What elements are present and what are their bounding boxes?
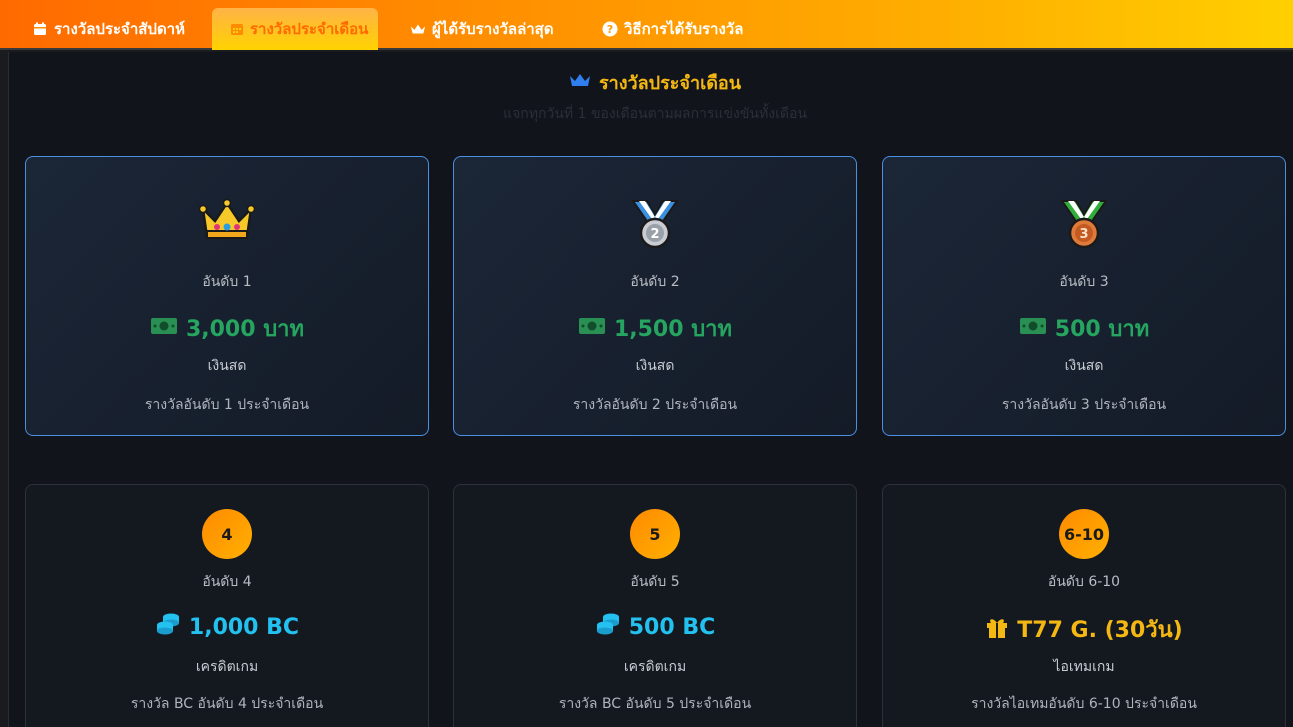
svg-text:3: 3 — [1079, 227, 1088, 242]
prize-card-rank-2: 2 อันดับ 2 1,500 บาท เงินสด รางวัลอันดับ… — [453, 156, 857, 436]
question-icon: ? — [602, 21, 618, 37]
prize-type: เงินสด — [1064, 358, 1104, 374]
tab-weekly-rewards[interactable]: รางวัลประจำสัปดาห์ — [14, 8, 203, 50]
tab-how-to-win[interactable]: ? วิธีการได้รับรางวัล — [584, 8, 761, 50]
svg-text:2: 2 — [650, 227, 659, 242]
tab-bar: รางวัลประจำสัปดาห์ รางวัลประจำเดือน ผู้ไ… — [0, 0, 1293, 50]
svg-text:?: ? — [607, 23, 613, 36]
calendar-icon — [32, 21, 48, 37]
tab-label: ผู้ได้รับรางวัลล่าสุด — [432, 20, 554, 38]
section-subtitle: แจกทุกวันที่ 1 ของเดือนตามผลการแข่งขันทั… — [503, 106, 807, 122]
silver-medal-icon: 2 — [454, 197, 856, 253]
prize-card-rank-3: 3 อันดับ 3 500 บาท เงินสด รางวัลอันดับ 3… — [882, 156, 1286, 436]
prize-amount: 500 BC — [454, 612, 856, 642]
prize-card-rank-1: อันดับ 1 3,000 บาท เงินสด รางวัลอันดับ 1… — [25, 156, 429, 436]
prize-amount: T77 G. (30วัน) — [883, 612, 1285, 647]
prize-description: รางวัล BC อันดับ 5 ประจำเดือน — [558, 696, 752, 712]
coins-icon — [155, 612, 181, 642]
gift-icon — [985, 615, 1009, 645]
prize-description: รางวัล BC อันดับ 4 ประจำเดือน — [130, 696, 324, 712]
rank-badge: 4 — [202, 509, 252, 559]
rank-label: อันดับ 1 — [202, 274, 252, 290]
prize-amount: 1,000 BC — [26, 612, 428, 642]
tab-recent-winners[interactable]: ผู้ได้รับรางวัลล่าสุด — [392, 8, 572, 50]
cash-icon — [1019, 316, 1047, 342]
prize-type: เครดิตเกม — [623, 659, 687, 675]
prize-card-rank-4: 4 อันดับ 4 1,000 BC เครดิตเกม รางวัล BC … — [25, 484, 429, 727]
rank-badge: 6-10 — [1059, 509, 1109, 559]
prize-amount-text: 1,500 บาท — [613, 317, 733, 342]
calendar-icon — [230, 21, 244, 37]
section-title-text: รางวัลประจำเดือน — [598, 73, 742, 94]
rank-badge: 5 — [630, 509, 680, 559]
rank-label: อันดับ 2 — [630, 274, 680, 290]
prize-amount-text: 1,000 BC — [188, 614, 300, 640]
cash-icon — [150, 316, 178, 342]
prize-type: เงินสด — [207, 358, 247, 374]
prize-amount-text: 3,000 บาท — [185, 317, 305, 342]
section-title: รางวัลประจำเดือน — [0, 68, 1293, 97]
prize-amount-text: 500 BC — [628, 614, 716, 640]
tab-label: วิธีการได้รับรางวัล — [624, 20, 744, 38]
rank-label: อันดับ 4 — [202, 574, 252, 590]
prize-amount: 1,500 บาท — [454, 311, 856, 346]
prize-description: รางวัลอันดับ 2 ประจำเดือน — [572, 397, 738, 413]
prize-type: เครดิตเกม — [195, 659, 259, 675]
prize-type: เงินสด — [635, 358, 675, 374]
crown-icon — [26, 197, 428, 243]
prize-description: รางวัลอันดับ 1 ประจำเดือน — [144, 397, 310, 413]
coins-icon — [595, 612, 621, 642]
prize-card-rank-6-10: 6-10 อันดับ 6-10 T77 G. (30วัน) ไอเทมเกม… — [882, 484, 1286, 727]
prize-amount-text: 500 บาท — [1054, 317, 1150, 342]
crown-icon — [410, 21, 426, 37]
prize-description: รางวัลไอเทมอันดับ 6-10 ประจำเดือน — [971, 696, 1197, 712]
crown-icon — [569, 72, 591, 93]
rank-label: อันดับ 6-10 — [1047, 574, 1121, 590]
tab-label: รางวัลประจำสัปดาห์ — [54, 20, 185, 38]
tab-monthly-rewards[interactable]: รางวัลประจำเดือน — [212, 8, 378, 50]
prize-amount-text: T77 G. (30วัน) — [1017, 618, 1183, 643]
tab-label: รางวัลประจำเดือน — [250, 20, 369, 38]
prize-amount: 500 บาท — [883, 311, 1285, 346]
rank-label: อันดับ 5 — [630, 574, 680, 590]
prize-type: ไอเทมเกม — [1053, 659, 1115, 675]
cash-icon — [578, 316, 606, 342]
rank-label: อันดับ 3 — [1059, 274, 1109, 290]
bronze-medal-icon: 3 — [883, 197, 1285, 253]
prize-card-rank-5: 5 อันดับ 5 500 BC เครดิตเกม รางวัล BC อั… — [453, 484, 857, 727]
prize-amount: 3,000 บาท — [26, 311, 428, 346]
prize-description: รางวัลอันดับ 3 ประจำเดือน — [1001, 397, 1167, 413]
